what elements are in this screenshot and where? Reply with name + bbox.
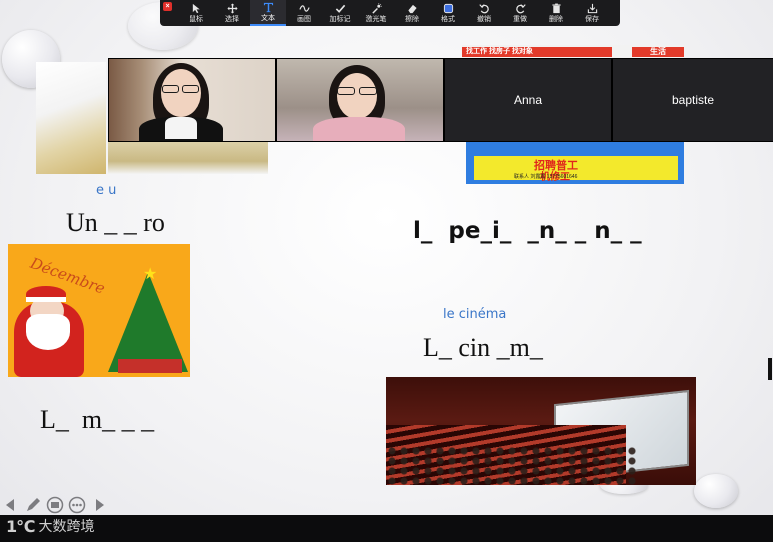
eraser-icon xyxy=(406,3,418,14)
laser-pen-icon xyxy=(370,2,382,14)
tool-stamp[interactable]: 加标记 xyxy=(322,0,358,26)
hint-cinema: le cinéma xyxy=(443,307,507,322)
participant-name: baptiste xyxy=(671,93,715,107)
undo-icon xyxy=(478,3,490,14)
squiggle-icon xyxy=(298,3,310,14)
redo-icon xyxy=(514,3,526,14)
participant-strip: Anna baptiste xyxy=(108,58,773,142)
tool-eraser[interactable]: 擦除 xyxy=(394,0,430,26)
tool-mouse[interactable]: 鼠标 xyxy=(178,0,214,26)
save-icon xyxy=(586,3,598,14)
more-options-button[interactable] xyxy=(68,496,86,514)
tool-undo[interactable]: 撤销 xyxy=(466,0,502,26)
slides-overview-button[interactable] xyxy=(46,496,64,514)
move-icon xyxy=(226,2,238,14)
money-image xyxy=(36,62,106,174)
logo-name: 大数跨境 xyxy=(38,519,95,535)
christmas-image: Décembre ★ xyxy=(8,244,190,377)
bottom-bar xyxy=(0,515,773,542)
tool-clear[interactable]: 删除 xyxy=(538,0,574,26)
participant-name: Anna xyxy=(513,93,543,107)
tool-format[interactable]: 格式 xyxy=(430,0,466,26)
ad-contact: 联系人 刘露霞 13775601646 xyxy=(514,174,578,180)
participant-video-2[interactable] xyxy=(277,59,443,141)
participant-tile-baptiste[interactable]: baptiste xyxy=(613,59,773,141)
ad-top-right-text: 生活 xyxy=(632,47,684,57)
participant-video-1[interactable] xyxy=(109,59,275,141)
hint-eu: e u xyxy=(96,183,117,198)
fill-in-word-3: L_ cin _m_ xyxy=(423,333,543,362)
participant-tile-anna[interactable]: Anna xyxy=(445,59,611,141)
trash-icon xyxy=(550,3,562,14)
fill-in-word-1: Un _ _ ro xyxy=(66,208,165,237)
grid-icon xyxy=(46,496,64,514)
job-ad-banner-bottom: 招聘普工 机修工 联系人 刘露霞 13775601646 xyxy=(466,142,684,184)
tool-text[interactable]: 文本 xyxy=(250,0,286,26)
money-image-lower xyxy=(108,142,268,174)
job-ad-banner-top: 找工作 找房子 找对象 生活 xyxy=(462,45,684,59)
text-icon xyxy=(262,2,274,13)
format-square-icon xyxy=(442,3,454,14)
next-slide-button[interactable] xyxy=(90,496,108,514)
tool-draw[interactable]: 画图 xyxy=(286,0,322,26)
more-icon xyxy=(68,496,86,514)
tool-spotlight[interactable]: 激光笔 xyxy=(358,0,394,26)
fill-in-word-2: l_ pe_i_ _n_ _ n_ _ xyxy=(413,218,642,244)
prev-slide-button[interactable] xyxy=(2,496,20,514)
annotation-toolbar: × 鼠标 选择 文本 画图 加标记 激光笔 擦除 格式 撤销 重做 删除 保存 xyxy=(160,0,620,26)
pen-button[interactable] xyxy=(24,496,42,514)
arrow-right-icon xyxy=(96,499,104,511)
fill-in-word-4: L_ m_ _ _ xyxy=(40,405,155,434)
ad-top-text: 找工作 找房子 找对象 xyxy=(462,47,612,57)
decorative-bubble xyxy=(694,474,738,508)
close-toolbar-button[interactable]: × xyxy=(163,2,172,11)
tool-redo[interactable]: 重做 xyxy=(502,0,538,26)
checkmark-icon xyxy=(334,3,346,14)
tool-save[interactable]: 保存 xyxy=(574,0,610,26)
pen-icon xyxy=(27,498,40,511)
cursor-icon xyxy=(190,3,202,14)
arrow-left-icon xyxy=(6,499,14,511)
edge-mark xyxy=(768,358,772,380)
tool-select[interactable]: 选择 xyxy=(214,0,250,26)
watermark-logo: 1℃ 大数跨境 xyxy=(6,516,95,536)
cinema-image xyxy=(386,377,696,485)
logo-mark: 1℃ xyxy=(6,516,35,536)
